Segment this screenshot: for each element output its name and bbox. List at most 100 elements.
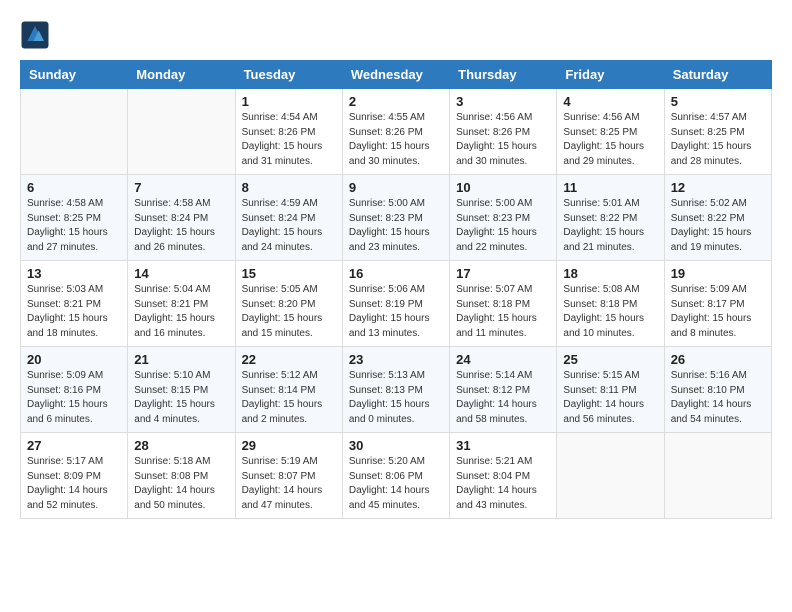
calendar-cell xyxy=(557,433,664,519)
day-info: Sunrise: 4:58 AM Sunset: 8:25 PM Dayligh… xyxy=(27,197,121,255)
day-number: 13 xyxy=(27,266,121,281)
logo xyxy=(20,20,54,50)
calendar-week-1: 1 Sunrise: 4:54 AM Sunset: 8:26 PM Daylig… xyxy=(21,89,772,175)
weekday-header-wednesday: Wednesday xyxy=(342,61,449,89)
calendar-cell: 23 Sunrise: 5:13 AM Sunset: 8:13 PM Dayli… xyxy=(342,347,449,433)
calendar-cell: 18 Sunrise: 5:08 AM Sunset: 8:18 PM Dayli… xyxy=(557,261,664,347)
calendar-table: SundayMondayTuesdayWednesdayThursdayFrid… xyxy=(20,60,772,519)
calendar-cell: 2 Sunrise: 4:55 AM Sunset: 8:26 PM Daylig… xyxy=(342,89,449,175)
calendar-cell: 10Sunrise: 5:00 AM Sunset: 8:23 PM Dayli… xyxy=(450,175,557,261)
day-info: Sunrise: 4:56 AM Sunset: 8:26 PM Dayligh… xyxy=(456,111,550,169)
calendar-cell: 29 Sunrise: 5:19 AM Sunset: 8:07 PM Dayli… xyxy=(235,433,342,519)
day-info: Sunrise: 5:00 AM Sunset: 8:23 PM Dayligh… xyxy=(349,197,443,255)
calendar-cell: 15 Sunrise: 5:05 AM Sunset: 8:20 PM Dayli… xyxy=(235,261,342,347)
day-number: 12 xyxy=(671,180,765,195)
day-number: 29 xyxy=(242,438,336,453)
calendar-week-5: 27Sunrise: 5:17 AM Sunset: 8:09 PM Dayli… xyxy=(21,433,772,519)
day-number: 17 xyxy=(456,266,550,281)
calendar-cell: 3 Sunrise: 4:56 AM Sunset: 8:26 PM Daylig… xyxy=(450,89,557,175)
calendar-cell: 22 Sunrise: 5:12 AM Sunset: 8:14 PM Dayli… xyxy=(235,347,342,433)
day-number: 30 xyxy=(349,438,443,453)
day-number: 20 xyxy=(27,352,121,367)
calendar-cell: 7 Sunrise: 4:58 AM Sunset: 8:24 PM Daylig… xyxy=(128,175,235,261)
day-info: Sunrise: 5:07 AM Sunset: 8:18 PM Dayligh… xyxy=(456,283,550,341)
weekday-row: SundayMondayTuesdayWednesdayThursdayFrid… xyxy=(21,61,772,89)
day-number: 6 xyxy=(27,180,121,195)
day-info: Sunrise: 5:16 AM Sunset: 8:10 PM Dayligh… xyxy=(671,369,765,427)
calendar-cell: 25 Sunrise: 5:15 AM Sunset: 8:11 PM Dayli… xyxy=(557,347,664,433)
day-number: 28 xyxy=(134,438,228,453)
day-info: Sunrise: 4:57 AM Sunset: 8:25 PM Dayligh… xyxy=(671,111,765,169)
day-number: 31 xyxy=(456,438,550,453)
calendar-cell: 1 Sunrise: 4:54 AM Sunset: 8:26 PM Daylig… xyxy=(235,89,342,175)
day-info: Sunrise: 5:09 AM Sunset: 8:16 PM Dayligh… xyxy=(27,369,121,427)
day-info: Sunrise: 5:01 AM Sunset: 8:22 PM Dayligh… xyxy=(563,197,657,255)
day-number: 11 xyxy=(563,180,657,195)
calendar-cell: 13 Sunrise: 5:03 AM Sunset: 8:21 PM Dayli… xyxy=(21,261,128,347)
calendar-cell: 31Sunrise: 5:21 AM Sunset: 8:04 PM Dayli… xyxy=(450,433,557,519)
calendar-cell: 20 Sunrise: 5:09 AM Sunset: 8:16 PM Dayli… xyxy=(21,347,128,433)
calendar-cell: 21Sunrise: 5:10 AM Sunset: 8:15 PM Dayli… xyxy=(128,347,235,433)
calendar-cell: 24Sunrise: 5:14 AM Sunset: 8:12 PM Dayli… xyxy=(450,347,557,433)
calendar-cell xyxy=(21,89,128,175)
day-number: 27 xyxy=(27,438,121,453)
day-info: Sunrise: 4:55 AM Sunset: 8:26 PM Dayligh… xyxy=(349,111,443,169)
day-info: Sunrise: 4:58 AM Sunset: 8:24 PM Dayligh… xyxy=(134,197,228,255)
day-info: Sunrise: 5:05 AM Sunset: 8:20 PM Dayligh… xyxy=(242,283,336,341)
calendar-cell: 19 Sunrise: 5:09 AM Sunset: 8:17 PM Dayli… xyxy=(664,261,771,347)
day-number: 16 xyxy=(349,266,443,281)
day-info: Sunrise: 5:14 AM Sunset: 8:12 PM Dayligh… xyxy=(456,369,550,427)
weekday-header-thursday: Thursday xyxy=(450,61,557,89)
day-info: Sunrise: 5:20 AM Sunset: 8:06 PM Dayligh… xyxy=(349,455,443,513)
day-info: Sunrise: 5:13 AM Sunset: 8:13 PM Dayligh… xyxy=(349,369,443,427)
day-number: 14 xyxy=(134,266,228,281)
calendar-cell: 28 Sunrise: 5:18 AM Sunset: 8:08 PM Dayli… xyxy=(128,433,235,519)
calendar-cell: 26Sunrise: 5:16 AM Sunset: 8:10 PM Dayli… xyxy=(664,347,771,433)
day-info: Sunrise: 5:03 AM Sunset: 8:21 PM Dayligh… xyxy=(27,283,121,341)
day-number: 18 xyxy=(563,266,657,281)
calendar-cell: 9 Sunrise: 5:00 AM Sunset: 8:23 PM Daylig… xyxy=(342,175,449,261)
day-info: Sunrise: 5:09 AM Sunset: 8:17 PM Dayligh… xyxy=(671,283,765,341)
weekday-header-saturday: Saturday xyxy=(664,61,771,89)
weekday-header-monday: Monday xyxy=(128,61,235,89)
day-number: 15 xyxy=(242,266,336,281)
day-number: 2 xyxy=(349,94,443,109)
weekday-header-tuesday: Tuesday xyxy=(235,61,342,89)
day-info: Sunrise: 5:12 AM Sunset: 8:14 PM Dayligh… xyxy=(242,369,336,427)
day-number: 8 xyxy=(242,180,336,195)
day-info: Sunrise: 4:59 AM Sunset: 8:24 PM Dayligh… xyxy=(242,197,336,255)
day-number: 9 xyxy=(349,180,443,195)
calendar-cell: 16 Sunrise: 5:06 AM Sunset: 8:19 PM Dayli… xyxy=(342,261,449,347)
day-number: 3 xyxy=(456,94,550,109)
day-number: 22 xyxy=(242,352,336,367)
day-info: Sunrise: 5:10 AM Sunset: 8:15 PM Dayligh… xyxy=(134,369,228,427)
day-info: Sunrise: 4:56 AM Sunset: 8:25 PM Dayligh… xyxy=(563,111,657,169)
calendar-cell: 17 Sunrise: 5:07 AM Sunset: 8:18 PM Dayli… xyxy=(450,261,557,347)
calendar-week-4: 20 Sunrise: 5:09 AM Sunset: 8:16 PM Dayli… xyxy=(21,347,772,433)
calendar-cell: 27Sunrise: 5:17 AM Sunset: 8:09 PM Dayli… xyxy=(21,433,128,519)
day-number: 19 xyxy=(671,266,765,281)
weekday-header-sunday: Sunday xyxy=(21,61,128,89)
day-info: Sunrise: 5:08 AM Sunset: 8:18 PM Dayligh… xyxy=(563,283,657,341)
day-info: Sunrise: 4:54 AM Sunset: 8:26 PM Dayligh… xyxy=(242,111,336,169)
day-number: 25 xyxy=(563,352,657,367)
day-info: Sunrise: 5:15 AM Sunset: 8:11 PM Dayligh… xyxy=(563,369,657,427)
day-info: Sunrise: 5:18 AM Sunset: 8:08 PM Dayligh… xyxy=(134,455,228,513)
calendar-cell: 6 Sunrise: 4:58 AM Sunset: 8:25 PM Daylig… xyxy=(21,175,128,261)
calendar-cell: 12 Sunrise: 5:02 AM Sunset: 8:22 PM Dayli… xyxy=(664,175,771,261)
day-info: Sunrise: 5:06 AM Sunset: 8:19 PM Dayligh… xyxy=(349,283,443,341)
calendar-cell: 5 Sunrise: 4:57 AM Sunset: 8:25 PM Daylig… xyxy=(664,89,771,175)
calendar-body: 1 Sunrise: 4:54 AM Sunset: 8:26 PM Daylig… xyxy=(21,89,772,519)
page-header xyxy=(20,20,772,50)
day-number: 1 xyxy=(242,94,336,109)
logo-icon xyxy=(20,20,50,50)
day-number: 7 xyxy=(134,180,228,195)
day-number: 23 xyxy=(349,352,443,367)
day-number: 5 xyxy=(671,94,765,109)
calendar-cell: 14Sunrise: 5:04 AM Sunset: 8:21 PM Dayli… xyxy=(128,261,235,347)
calendar-header: SundayMondayTuesdayWednesdayThursdayFrid… xyxy=(21,61,772,89)
calendar-cell: 11 Sunrise: 5:01 AM Sunset: 8:22 PM Dayli… xyxy=(557,175,664,261)
day-info: Sunrise: 5:02 AM Sunset: 8:22 PM Dayligh… xyxy=(671,197,765,255)
day-info: Sunrise: 5:19 AM Sunset: 8:07 PM Dayligh… xyxy=(242,455,336,513)
calendar-cell xyxy=(664,433,771,519)
